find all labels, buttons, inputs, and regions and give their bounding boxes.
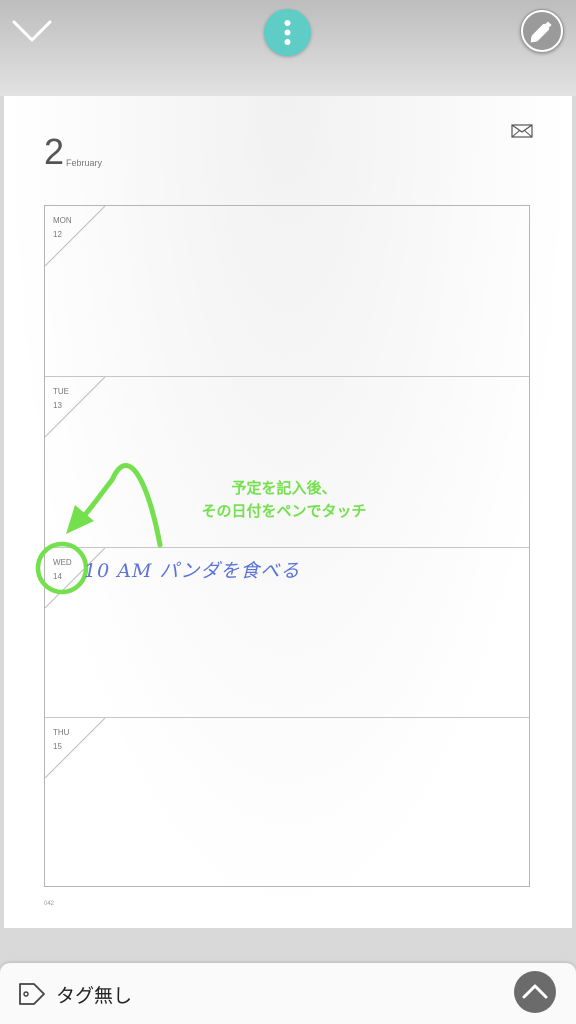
day-of-week: WED [53, 558, 72, 567]
day-row-mon[interactable]: MON 12 [45, 206, 529, 376]
day-number: 12 [53, 230, 62, 239]
tag-icon [19, 983, 45, 1005]
menu-button[interactable] [264, 9, 311, 56]
day-number: 13 [53, 401, 62, 410]
callout-line-2: その日付をペンでタッチ [201, 503, 367, 520]
chevron-down-icon [12, 20, 52, 42]
chevron-up-icon [522, 984, 548, 999]
handwritten-entry: 10 AM パンダを食べる [84, 560, 301, 582]
day-number: 14 [53, 572, 62, 581]
vertical-dots-icon [284, 20, 291, 45]
pen-button[interactable] [520, 9, 564, 53]
page-number: 042 [44, 901, 55, 907]
tag-label: タグ無し [56, 986, 133, 1007]
date-number: 2 [44, 131, 65, 172]
top-toolbar [0, 0, 576, 96]
callout-line-1: 予定を記入後、 [231, 480, 337, 497]
day-row-thu[interactable]: THU 15 [45, 717, 529, 887]
week-grid: MON 12 TUE 13 WED 14 THU 15 [44, 205, 530, 887]
envelope-icon[interactable] [511, 124, 533, 138]
day-number: 15 [53, 742, 62, 751]
month-label: February [66, 158, 103, 168]
tag-button[interactable]: タグ無し [16, 973, 176, 1013]
scroll-up-button[interactable] [514, 971, 556, 1013]
collapse-button[interactable] [10, 12, 54, 48]
bottom-bar: タグ無し [0, 963, 576, 1024]
day-of-week: MON [53, 216, 72, 225]
day-of-week: TUE [53, 387, 69, 396]
pen-icon [521, 10, 563, 52]
tutorial-callout: 予定を記入後、 その日付をペンでタッチ [164, 477, 404, 523]
day-of-week: THU [53, 728, 70, 737]
